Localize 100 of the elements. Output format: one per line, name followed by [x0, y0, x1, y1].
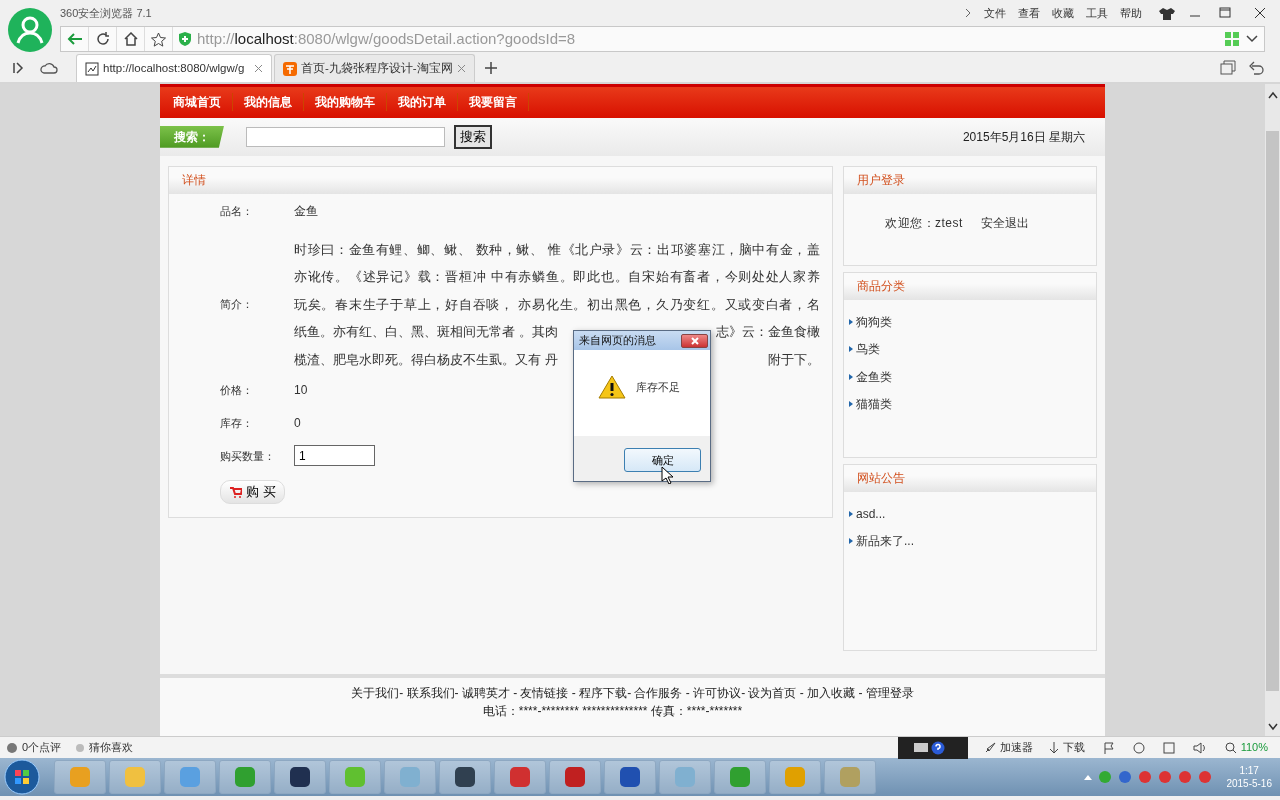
search-field[interactable]: [246, 126, 445, 147]
footer-contact: 电话：****-******** ************** 传真：****-*******: [482, 703, 743, 721]
browser-tab[interactable]: http://localhost:8080/wlgw/g: [76, 54, 272, 82]
scroll-down-icon[interactable]: [1266, 722, 1279, 732]
menu-item[interactable]: 文件: [984, 4, 1006, 22]
rocket-icon[interactable]: [983, 741, 996, 754]
comment-icon[interactable]: [6, 741, 18, 754]
app-icon: [178, 765, 202, 789]
footer-links[interactable]: 关于我们- 联系我们- 诚聘英才 - 友情链接 - 程序下载- 合作服务 - 许可协议- 设为首页 - 加入收藏 - 管理登录: [351, 684, 914, 703]
app-icon: [563, 765, 587, 789]
search-button[interactable]: 搜索: [454, 124, 492, 149]
cloud-icon[interactable]: [40, 61, 58, 75]
download-icon[interactable]: [1048, 741, 1059, 754]
sidebar-link[interactable]: 金鱼类: [856, 367, 892, 386]
bullet-arrow-icon: [849, 401, 853, 408]
nav-link[interactable]: 我的购物车: [304, 93, 387, 112]
app-icon: [838, 765, 862, 789]
ime-toolbar[interactable]: [897, 736, 968, 759]
close-icon: [690, 336, 699, 345]
sidebar-link[interactable]: 猫猫类: [856, 395, 892, 414]
tray-app-icon[interactable]: [1138, 770, 1153, 784]
sidebar-link[interactable]: 新品来了...: [856, 532, 914, 551]
app-icon: [508, 765, 532, 789]
new-tab-icon[interactable]: [484, 62, 497, 74]
tray-arrow-icon[interactable]: [1084, 774, 1093, 780]
status-text[interactable]: 加速器: [999, 739, 1033, 756]
tray-app-icon[interactable]: [1158, 770, 1173, 784]
nav-link[interactable]: 我的信息: [233, 93, 304, 112]
scrollbar[interactable]: [1265, 84, 1280, 736]
field-label: 库存：: [220, 416, 254, 432]
tray-app-icon[interactable]: [1198, 770, 1213, 784]
undo-icon[interactable]: [1248, 60, 1264, 76]
taskbar-button[interactable]: [439, 760, 491, 794]
field-value: 0: [294, 415, 301, 433]
quantity-field[interactable]: 1: [294, 445, 375, 467]
field-value: 金鱼: [294, 202, 318, 220]
restore-tabs-icon[interactable]: [1220, 60, 1236, 76]
taskbar-button[interactable]: [604, 760, 656, 794]
app-icon: [398, 765, 422, 789]
sidebar-link[interactable]: asd...: [856, 504, 886, 523]
sidebar-toggle-icon[interactable]: [12, 61, 26, 75]
sidebar-link[interactable]: 狗狗类: [856, 312, 892, 331]
menu-item[interactable]: 工具: [1086, 4, 1108, 22]
mouse-cursor-icon: [661, 466, 673, 484]
close-tab-icon[interactable]: [456, 64, 466, 73]
bullet-arrow-icon: [849, 346, 853, 353]
warning-icon: [598, 375, 626, 399]
field-label: 购买数量：: [220, 448, 276, 464]
keyboard-icon: [913, 743, 928, 752]
menu-item[interactable]: 收藏: [1052, 4, 1074, 22]
intro-text: 亦讹传。《述异记》载：晋桓冲 中有赤鳞鱼。即此也。自宋始有畜者，今则处处人家养: [294, 268, 820, 287]
browser-tab[interactable]: 首页-九袋张程序设计-淘宝网: [274, 54, 475, 82]
buy-button[interactable]: 购 买: [220, 480, 285, 504]
close-button[interactable]: [681, 333, 708, 348]
flag-icon[interactable]: [1102, 741, 1115, 754]
app-icon: [123, 765, 147, 789]
intro-text: 志》云：金鱼食橄: [716, 323, 820, 342]
start-orb-icon[interactable]: [4, 759, 40, 795]
bullet-arrow-icon: [849, 318, 853, 325]
browser-title: 360安全浏览器 7.1: [60, 5, 152, 21]
intro-text: 时珍曰：金鱼有鲤、鲫、鳅、 数种，鳅、 惟《北户录》云：出邛婆塞江，脑中有金，盖: [294, 240, 820, 259]
sidebar-link[interactable]: 鸟类: [856, 340, 880, 359]
tray-app-icon[interactable]: [1118, 770, 1133, 784]
intro-text: 附于下。: [768, 350, 820, 369]
close-tab-icon[interactable]: [254, 64, 263, 73]
scroll-up-icon[interactable]: [1266, 90, 1279, 100]
page-icon: [85, 61, 99, 76]
field-value: 10: [294, 382, 308, 400]
nav-link[interactable]: 商城首页: [162, 93, 233, 112]
search-label: 搜索：: [160, 125, 224, 148]
status-text[interactable]: 0个点评: [22, 739, 62, 756]
logout-link[interactable]: 安全退出: [980, 213, 1029, 232]
menu-item[interactable]: 查看: [1018, 4, 1040, 22]
zoom-icon[interactable]: [1224, 741, 1237, 754]
speaker-icon[interactable]: [1192, 741, 1207, 754]
menu-item[interactable]: 帮助: [1120, 4, 1142, 22]
bullet-arrow-icon: [849, 510, 853, 517]
app-icon: [288, 765, 312, 789]
app-icon: [453, 765, 477, 789]
dot-icon[interactable]: [75, 742, 86, 753]
status-text[interactable]: 下载: [1062, 739, 1085, 756]
app-icon: [343, 765, 367, 789]
date-text: 2015年5月16日 星期六: [962, 128, 1085, 146]
taskbar-button[interactable]: [274, 760, 326, 794]
field-label: 价格：: [220, 383, 254, 399]
nav-link[interactable]: 我要留言: [458, 93, 529, 112]
chevron-right-icon[interactable]: [964, 8, 972, 18]
help-icon: [930, 740, 945, 755]
taskbar-button[interactable]: [549, 760, 601, 794]
app-icon: [233, 765, 257, 789]
intro-text: 榄渣、肥皂水即死。得白杨皮不生虱。又有 丹: [294, 350, 558, 369]
field-label: 简介：: [220, 297, 254, 313]
window-icon[interactable]: [1162, 741, 1175, 754]
nav-link[interactable]: 我的订单: [387, 93, 458, 112]
user-icon[interactable]: [7, 7, 53, 53]
bullet-arrow-icon: [849, 373, 853, 380]
tray-app-icon[interactable]: [1178, 770, 1193, 784]
dialog-message: 库存不足: [636, 380, 680, 395]
ok-button[interactable]: 确定: [624, 448, 701, 472]
status-text[interactable]: 猜你喜欢: [89, 739, 134, 756]
